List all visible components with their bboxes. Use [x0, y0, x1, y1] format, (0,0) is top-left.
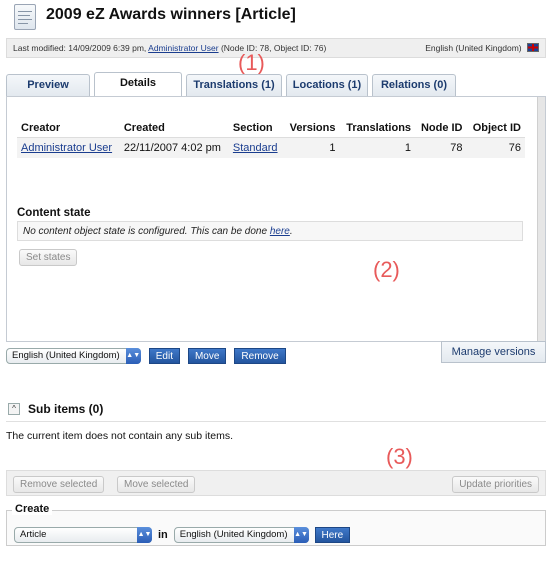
- page-title: 2009 eZ Awards winners [Article]: [46, 6, 296, 23]
- content-state-here-link[interactable]: here: [270, 226, 290, 237]
- language-select-value: English (United Kingdom): [12, 350, 120, 361]
- table-row: Administrator User 22/11/2007 4:02 pm St…: [17, 137, 525, 158]
- collapse-toggle-icon[interactable]: ^: [8, 403, 20, 415]
- meta-bar: Last modified: 14/09/2009 6:39 pm, Admin…: [6, 38, 546, 58]
- col-versions: Versions: [283, 119, 340, 138]
- annotation-3: (3): [386, 444, 413, 469]
- versions-value: 1: [283, 137, 340, 158]
- select-arrow-icon: ▲▼: [125, 348, 141, 364]
- annotation-2: (2): [373, 257, 400, 282]
- panel-controls: English (United Kingdom) ▲▼ Edit Move Re…: [6, 348, 286, 364]
- class-select[interactable]: Article ▲▼: [14, 527, 152, 543]
- tab-details[interactable]: Details: [94, 72, 182, 96]
- section-link[interactable]: Standard: [233, 142, 278, 154]
- tab-translations[interactable]: Translations (1): [186, 74, 282, 96]
- object-id-value: 76: [466, 137, 525, 158]
- sub-items-header: ^ Sub items (0): [6, 402, 546, 422]
- details-table: Creator Created Section Versions Transla…: [17, 119, 525, 158]
- col-translations: Translations: [339, 119, 416, 138]
- sub-items-title: Sub items (0): [28, 402, 104, 416]
- created-value: 22/11/2007 4:02 pm: [119, 137, 229, 158]
- uk-flag-icon: [527, 43, 539, 52]
- content-state-suffix: .: [289, 226, 293, 237]
- node-id-value: 78: [415, 137, 467, 158]
- col-object-id: Object ID: [466, 119, 525, 138]
- manage-versions-button[interactable]: Manage versions: [441, 341, 546, 363]
- move-button[interactable]: Move: [187, 348, 227, 364]
- sub-items-message: The current item does not contain any su…: [6, 430, 234, 442]
- create-legend: Create: [12, 503, 53, 515]
- col-creator: Creator: [17, 119, 120, 138]
- remove-button[interactable]: Remove: [234, 348, 286, 364]
- col-created: Created: [119, 119, 229, 138]
- update-priorities-button[interactable]: Update priorities: [452, 476, 539, 493]
- select-arrow-icon: ▲▼: [293, 527, 309, 543]
- node-object-ids: (Node ID: 78, Object ID: 76): [220, 43, 327, 53]
- tab-preview[interactable]: Preview: [6, 74, 90, 96]
- col-node-id: Node ID: [415, 119, 467, 138]
- author-link[interactable]: Administrator User: [148, 43, 218, 53]
- tab-locations[interactable]: Locations (1): [286, 74, 368, 96]
- translations-value: 1: [339, 137, 416, 158]
- col-section: Section: [228, 119, 284, 138]
- class-select-value: Article: [20, 529, 47, 540]
- move-selected-button[interactable]: Move selected: [117, 476, 196, 493]
- create-controls: Article ▲▼ in English (United Kingdom) ▲…: [14, 527, 351, 543]
- details-panel: Creator Created Section Versions Transla…: [6, 96, 546, 342]
- create-language-select[interactable]: English (United Kingdom) ▲▼: [173, 527, 309, 543]
- table-header-row: Creator Created Section Versions Transla…: [17, 119, 525, 138]
- select-arrow-icon: ▲▼: [137, 527, 152, 543]
- create-language-value: English (United Kingdom): [179, 529, 288, 540]
- panel-scrollbar[interactable]: [537, 97, 545, 341]
- language-select[interactable]: English (United Kingdom) ▲▼: [6, 348, 141, 364]
- annotation-1: (1): [238, 50, 265, 75]
- set-states-button[interactable]: Set states: [19, 249, 78, 266]
- sub-items-toolbar: Remove selected Move selected Update pri…: [6, 470, 546, 496]
- last-modified-text: Last modified: 14/09/2009 6:39 pm,: [13, 43, 147, 53]
- tab-relations[interactable]: Relations (0): [372, 74, 456, 96]
- remove-selected-button[interactable]: Remove selected: [13, 476, 105, 493]
- language-indicator: English (United Kingdom): [425, 43, 539, 53]
- language-label: English (United Kingdom): [425, 43, 522, 53]
- here-button[interactable]: Here: [314, 527, 351, 543]
- edit-button[interactable]: Edit: [148, 348, 180, 364]
- in-label: in: [158, 529, 168, 541]
- content-state-message: No content object state is configured. T…: [17, 221, 523, 241]
- content-state-text: No content object state is configured. T…: [23, 226, 268, 237]
- content-state-title: Content state: [17, 207, 91, 219]
- creator-link[interactable]: Administrator User: [21, 142, 112, 154]
- page-header: 2009 eZ Awards winners [Article]: [6, 4, 546, 34]
- document-icon: [14, 4, 36, 30]
